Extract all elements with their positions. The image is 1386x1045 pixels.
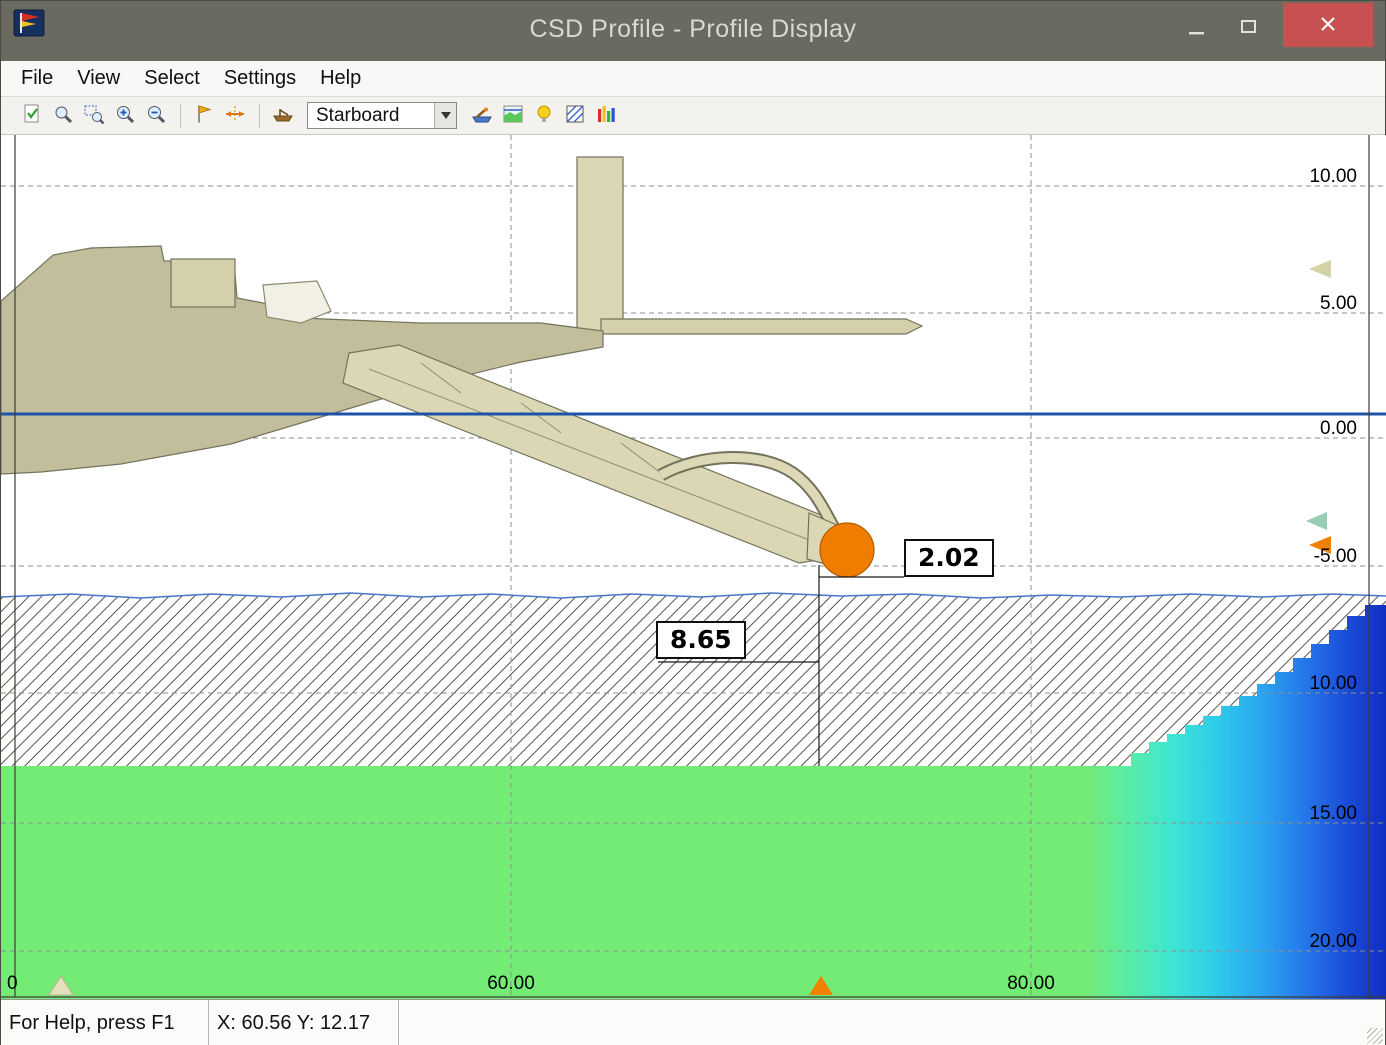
close-button[interactable]	[1283, 3, 1373, 47]
y-label: 15.00	[1309, 803, 1357, 824]
dredger-view-icon	[470, 103, 494, 128]
right-marker-beige	[1309, 260, 1331, 278]
profile-display[interactable]: 10.00 5.00 0.00 -5.00 10.00 15.00 20.00 …	[1, 135, 1386, 999]
side-selector-dropdown-button[interactable]	[434, 103, 456, 128]
flag-marker-icon	[193, 103, 215, 128]
menu-view[interactable]: View	[65, 63, 132, 94]
toolbar-separator	[180, 104, 181, 128]
toolbar: Starboard	[1, 97, 1385, 135]
menu-file[interactable]: File	[9, 63, 65, 94]
right-marker-teal	[1306, 512, 1327, 530]
menu-settings[interactable]: Settings	[212, 63, 308, 94]
zoom-button[interactable]	[48, 102, 78, 130]
side-selector[interactable]: Starboard	[307, 102, 457, 129]
menu-bar: File View Select Settings Help	[1, 61, 1385, 97]
y-label: -5.00	[1314, 546, 1357, 567]
dredger-select-button[interactable]	[268, 102, 298, 130]
resize-grip[interactable]	[1367, 1028, 1383, 1044]
y-label: 10.00	[1309, 673, 1357, 694]
cutter-depth-label: 2.02	[904, 539, 994, 577]
profile-image-button[interactable]	[498, 102, 528, 130]
zoom-out-button[interactable]	[141, 102, 171, 130]
width-indicator-button[interactable]	[220, 102, 250, 130]
zoom-window-icon	[83, 103, 105, 128]
minimize-button[interactable]	[1177, 19, 1217, 43]
zoom-icon	[52, 103, 74, 128]
zoom-out-icon	[145, 103, 167, 128]
chevron-down-icon	[441, 112, 451, 119]
app-window: CSD Profile - Profile Display File View …	[0, 0, 1386, 1045]
hatch-toggle-icon	[564, 103, 586, 128]
zoom-window-button[interactable]	[79, 102, 109, 130]
flag-marker-button[interactable]	[189, 102, 219, 130]
y-label: 5.00	[1320, 293, 1357, 314]
color-legend-icon	[595, 103, 617, 128]
bank-height-label: 8.65	[656, 621, 746, 659]
deck-beam	[601, 319, 922, 334]
highlight-bulb-button[interactable]	[529, 102, 559, 130]
side-selector-value: Starboard	[308, 105, 434, 127]
color-legend-button[interactable]	[591, 102, 621, 130]
menu-select[interactable]: Select	[132, 63, 212, 94]
hatch-toggle-button[interactable]	[560, 102, 590, 130]
spud-pole	[577, 157, 623, 333]
menu-help[interactable]: Help	[308, 63, 373, 94]
width-indicator-icon	[224, 103, 246, 128]
status-bar: For Help, press F1 X: 60.56 Y: 12.17	[1, 999, 1385, 1045]
x-label: 80.00	[1007, 973, 1055, 994]
title-bar: CSD Profile - Profile Display	[1, 1, 1385, 61]
y-label: 20.00	[1309, 931, 1357, 952]
dredger-view-button[interactable]	[467, 102, 497, 130]
zoom-in-button[interactable]	[110, 102, 140, 130]
status-help-text: For Help, press F1	[1, 1000, 209, 1045]
status-coordinates: X: 60.56 Y: 12.17	[209, 1000, 399, 1045]
select-profile-button[interactable]	[17, 102, 47, 130]
y-label: 0.00	[1320, 418, 1357, 439]
profile-image-icon	[502, 103, 524, 128]
x-label: 0	[7, 973, 18, 994]
superstructure	[171, 259, 235, 307]
cabin	[263, 281, 331, 323]
y-label: 10.00	[1309, 166, 1357, 187]
dredger	[1, 157, 922, 577]
ladder-truss	[343, 345, 849, 563]
x-label: 60.00	[487, 973, 535, 994]
maximize-button[interactable]	[1229, 13, 1269, 43]
zoom-in-icon	[114, 103, 136, 128]
select-profile-icon	[21, 103, 43, 128]
highlight-bulb-icon	[533, 103, 555, 128]
cutter-head	[820, 523, 874, 577]
dredger-select-icon	[271, 103, 295, 128]
toolbar-separator	[259, 104, 260, 128]
